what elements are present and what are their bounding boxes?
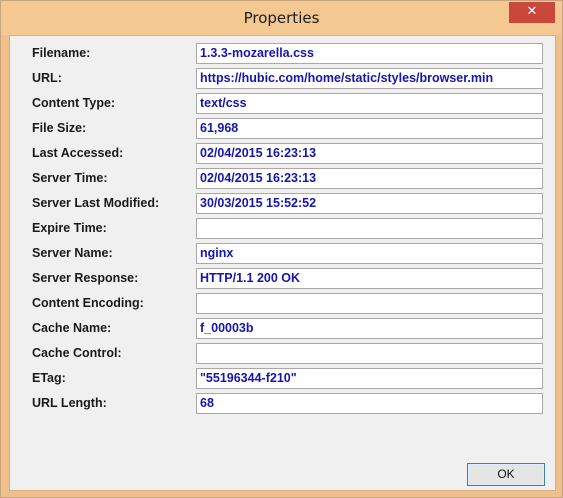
field-row-server-time: Server Time: 02/04/2015 16:23:13 [10,168,555,189]
etag-label: ETag: [32,371,66,385]
field-row-server-name: Server Name: nginx [10,243,555,264]
server-time-label: Server Time: [32,171,108,185]
content-type-value: text/css [200,96,247,110]
server-last-modified-value: 30/03/2015 15:52:52 [200,196,317,210]
filename-field[interactable]: 1.3.3-mozarella.css [196,43,543,64]
field-row-etag: ETag: "55196344-f210" [10,368,555,389]
field-row-server-response: Server Response: HTTP/1.1 200 OK [10,268,555,289]
field-row-last-accessed: Last Accessed: 02/04/2015 16:23:13 [10,143,555,164]
filename-value: 1.3.3-mozarella.css [200,46,314,60]
title-bar[interactable]: Properties ✕ [1,1,562,35]
server-time-field[interactable]: 02/04/2015 16:23:13 [196,168,543,189]
field-row-expire-time: Expire Time: [10,218,555,239]
last-accessed-value: 02/04/2015 16:23:13 [200,146,317,160]
field-row-server-last-modified: Server Last Modified: 30/03/2015 15:52:5… [10,193,555,214]
cache-control-field[interactable] [196,343,543,364]
url-value: https://hubic.com/home/static/styles/bro… [200,71,494,85]
server-response-label: Server Response: [32,271,139,285]
last-accessed-field[interactable]: 02/04/2015 16:23:13 [196,143,543,164]
content-type-label: Content Type: [32,96,116,110]
content-encoding-label: Content Encoding: [32,296,144,310]
content-encoding-field[interactable] [196,293,543,314]
file-size-label: File Size: [32,121,87,135]
url-length-label: URL Length: [32,396,107,410]
close-icon: ✕ [526,4,538,19]
url-field[interactable]: https://hubic.com/home/static/styles/bro… [196,68,543,89]
field-row-file-size: File Size: 61,968 [10,118,555,139]
url-label: URL: [32,71,62,85]
file-size-field[interactable]: 61,968 [196,118,543,139]
server-last-modified-label: Server Last Modified: [32,196,160,210]
cache-name-label: Cache Name: [32,321,112,335]
server-response-field[interactable]: HTTP/1.1 200 OK [196,268,543,289]
expire-time-field[interactable] [196,218,543,239]
server-name-field[interactable]: nginx [196,243,543,264]
field-row-filename: Filename: 1.3.3-mozarella.css [10,43,555,64]
cache-control-label: Cache Control: [32,346,122,360]
last-accessed-label: Last Accessed: [32,146,124,160]
server-name-label: Server Name: [32,246,113,260]
field-row-content-encoding: Content Encoding: [10,293,555,314]
field-row-cache-control: Cache Control: [10,343,555,364]
server-response-value: HTTP/1.1 200 OK [200,271,301,285]
etag-field[interactable]: "55196344-f210" [196,368,543,389]
field-row-url: URL: https://hubic.com/home/static/style… [10,68,555,89]
file-size-value: 61,968 [200,121,239,135]
field-row-url-length: URL Length: 68 [10,393,555,414]
server-last-modified-field[interactable]: 30/03/2015 15:52:52 [196,193,543,214]
ok-button[interactable]: OK [467,463,545,486]
field-row-content-type: Content Type: text/css [10,93,555,114]
url-length-value: 68 [200,396,214,410]
window-title: Properties [243,9,320,27]
cache-name-field[interactable]: f_00003b [196,318,543,339]
properties-window: Properties ✕ Filename: 1.3.3-mozarella.c… [0,0,563,498]
properties-panel: Filename: 1.3.3-mozarella.css URL: https… [9,35,556,491]
close-button[interactable]: ✕ [509,2,555,23]
cache-name-value: f_00003b [200,321,254,335]
field-row-cache-name: Cache Name: f_00003b [10,318,555,339]
expire-time-label: Expire Time: [32,221,107,235]
server-time-value: 02/04/2015 16:23:13 [200,171,317,185]
url-length-field[interactable]: 68 [196,393,543,414]
etag-value: "55196344-f210" [200,371,297,385]
content-type-field[interactable]: text/css [196,93,543,114]
filename-label: Filename: [32,46,91,60]
server-name-value: nginx [200,246,234,260]
